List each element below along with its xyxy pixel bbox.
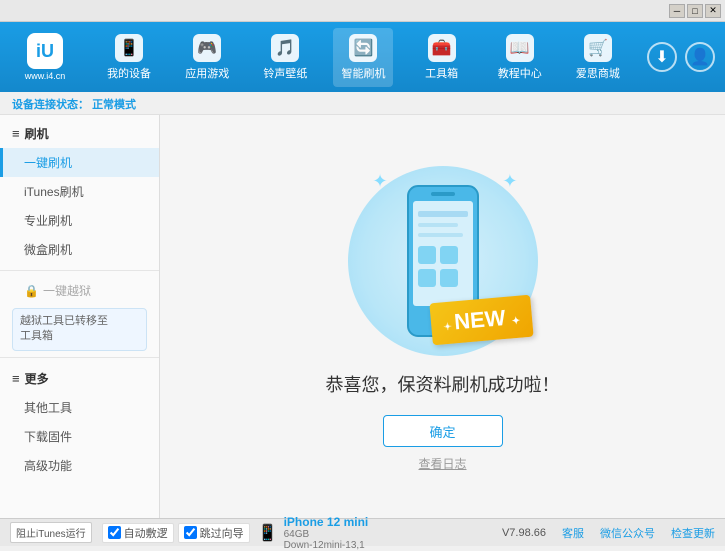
more-section-label: 更多 bbox=[25, 370, 49, 387]
nav-ai-store-label: 爱思商城 bbox=[576, 65, 620, 81]
new-badge: NEW bbox=[430, 295, 534, 346]
device-details: iPhone 12 mini 64GB Down-12mini-13,1 bbox=[284, 515, 369, 551]
connection-status-value: 正常模式 bbox=[92, 99, 136, 111]
sidebar-item-other-tools[interactable]: 其他工具 bbox=[0, 393, 159, 422]
itunes-block-button[interactable]: 阻止iTunes运行 bbox=[10, 522, 92, 543]
nav-my-device[interactable]: 📱 我的设备 bbox=[99, 28, 159, 87]
logo-url: www.i4.cn bbox=[25, 71, 66, 81]
update-link[interactable]: 检查更新 bbox=[671, 525, 715, 541]
skip-wizard-text: 跳过向导 bbox=[200, 525, 244, 541]
connection-status-bar: 设备连接状态： 正常模式 bbox=[0, 92, 725, 115]
minimize-button[interactable]: ─ bbox=[669, 4, 685, 18]
device-model: Down-12mini-13,1 bbox=[284, 540, 369, 551]
sparkle-top-right: ✦ bbox=[502, 171, 517, 192]
nav-smart-flash-label: 智能刷机 bbox=[341, 65, 385, 81]
smart-flash-icon: 🔄 bbox=[349, 34, 377, 62]
new-badge-text: NEW bbox=[454, 305, 507, 334]
sidebar-item-pro-flash[interactable]: 专业刷机 bbox=[0, 206, 159, 235]
nav-app-games[interactable]: 🎮 应用游戏 bbox=[177, 28, 237, 87]
device-storage: 64GB bbox=[284, 529, 369, 540]
logo-icon: iU bbox=[27, 33, 63, 69]
more-section-icon: ≡ bbox=[12, 371, 20, 386]
confirm-button[interactable]: 确定 bbox=[383, 415, 503, 447]
status-bar: 阻止iTunes运行 自动敷逻 跳过向导 📱 iPhone 12 mini 64… bbox=[0, 518, 725, 546]
jailbreak-note-text: 越狱工具已转移至工具箱 bbox=[20, 315, 108, 342]
main-area: ≡ 刷机 一键刷机 iTunes刷机 专业刷机 微盒刷机 🔒 一键越狱 越狱工具… bbox=[0, 115, 725, 518]
close-button[interactable]: ✕ bbox=[705, 4, 721, 18]
main-content: ✦ ✦ bbox=[160, 115, 725, 518]
skip-wizard-checkbox[interactable] bbox=[184, 526, 197, 539]
sidebar-item-download-firmware[interactable]: 下载固件 bbox=[0, 422, 159, 451]
nav-toolbox-label: 工具箱 bbox=[425, 65, 458, 81]
nav-tutorial[interactable]: 📖 教程中心 bbox=[490, 28, 550, 87]
maximize-button[interactable]: □ bbox=[687, 4, 703, 18]
flash-section-label: 刷机 bbox=[25, 125, 49, 142]
nav-ringtones-label: 铃声壁纸 bbox=[263, 65, 307, 81]
sidebar-section-flash: ≡ 刷机 bbox=[0, 119, 159, 148]
sidebar-section-jailbreak: 🔒 一键越狱 bbox=[0, 277, 159, 304]
ringtones-icon: 🎵 bbox=[271, 34, 299, 62]
logo: iU www.i4.cn bbox=[10, 33, 80, 81]
nav-right-controls: ⬇ 👤 bbox=[647, 42, 715, 72]
auto-checkbox[interactable] bbox=[108, 526, 121, 539]
device-info: 📱 iPhone 12 mini 64GB Down-12mini-13,1 bbox=[258, 515, 502, 551]
jailbreak-label: 一键越狱 bbox=[43, 282, 91, 299]
user-button[interactable]: 👤 bbox=[685, 42, 715, 72]
sidebar-item-one-key-flash[interactable]: 一键刷机 bbox=[0, 148, 159, 177]
sidebar-section-more: ≡ 更多 bbox=[0, 364, 159, 393]
auto-checkbox-label[interactable]: 自动敷逻 bbox=[102, 523, 174, 543]
toolbox-icon: 🧰 bbox=[428, 34, 456, 62]
nav-tutorial-label: 教程中心 bbox=[498, 65, 542, 81]
nav-smart-flash[interactable]: 🔄 智能刷机 bbox=[333, 28, 393, 87]
sparkle-top-left: ✦ bbox=[373, 171, 388, 192]
sidebar-item-micro-flash[interactable]: 微盒刷机 bbox=[0, 235, 159, 264]
tutorial-icon: 📖 bbox=[506, 34, 534, 62]
nav-ai-store[interactable]: 🛒 爱思商城 bbox=[568, 28, 628, 87]
header: iU www.i4.cn 📱 我的设备 🎮 应用游戏 🎵 铃声壁纸 🔄 智能刷机… bbox=[0, 22, 725, 92]
phone-illustration: ✦ ✦ bbox=[343, 161, 543, 361]
nav-toolbox[interactable]: 🧰 工具箱 bbox=[412, 28, 472, 87]
support-link[interactable]: 客服 bbox=[562, 525, 584, 541]
sidebar-divider-1 bbox=[0, 270, 159, 271]
success-message: 恭喜您，保资料刷机成功啦！ bbox=[326, 371, 560, 397]
flash-section-icon: ≡ bbox=[12, 126, 20, 141]
wechat-link[interactable]: 微信公众号 bbox=[600, 525, 655, 541]
nav-my-device-label: 我的设备 bbox=[107, 65, 151, 81]
device-phone-icon: 📱 bbox=[258, 523, 278, 543]
sidebar-item-advanced[interactable]: 高级功能 bbox=[0, 451, 159, 480]
connection-status-label: 设备连接状态： bbox=[12, 99, 89, 111]
ai-store-icon: 🛒 bbox=[584, 34, 612, 62]
lock-icon: 🔒 bbox=[24, 284, 39, 298]
version-label: V7.98.66 bbox=[502, 527, 546, 539]
skip-wizard-checkbox-label[interactable]: 跳过向导 bbox=[178, 523, 250, 543]
view-log-link[interactable]: 查看日志 bbox=[418, 455, 466, 472]
nav-app-games-label: 应用游戏 bbox=[185, 65, 229, 81]
device-name: iPhone 12 mini bbox=[284, 515, 369, 529]
sidebar-item-itunes-flash[interactable]: iTunes刷机 bbox=[0, 177, 159, 206]
app-games-icon: 🎮 bbox=[193, 34, 221, 62]
status-right: V7.98.66 客服 微信公众号 检查更新 bbox=[502, 525, 715, 541]
download-button[interactable]: ⬇ bbox=[647, 42, 677, 72]
auto-checkbox-text: 自动敷逻 bbox=[124, 525, 168, 541]
title-bar: ─ □ ✕ bbox=[0, 0, 725, 22]
nav-ringtones[interactable]: 🎵 铃声壁纸 bbox=[255, 28, 315, 87]
sidebar-jailbreak-note: 越狱工具已转移至工具箱 bbox=[12, 308, 147, 351]
nav-bar: 📱 我的设备 🎮 应用游戏 🎵 铃声壁纸 🔄 智能刷机 🧰 工具箱 📖 教程中心… bbox=[90, 28, 637, 87]
my-device-icon: 📱 bbox=[115, 34, 143, 62]
sidebar-divider-2 bbox=[0, 357, 159, 358]
sidebar: ≡ 刷机 一键刷机 iTunes刷机 专业刷机 微盒刷机 🔒 一键越狱 越狱工具… bbox=[0, 115, 160, 518]
